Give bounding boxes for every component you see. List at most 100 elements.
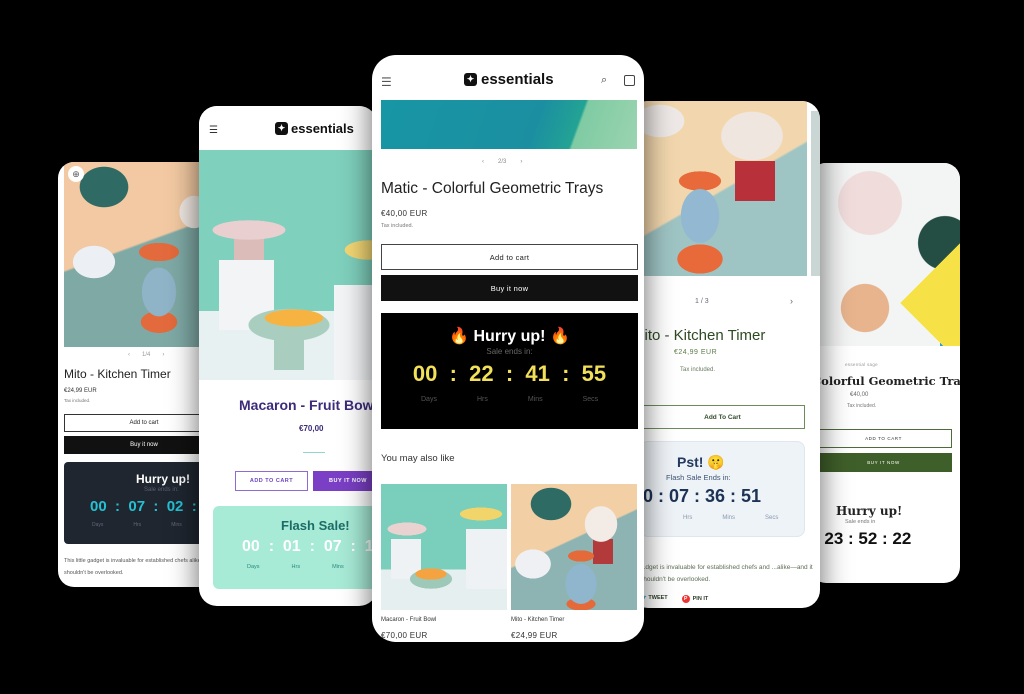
next-image-preview	[811, 111, 820, 276]
product-description: This little gadget is invaluable for est…	[64, 558, 218, 576]
timer-label-secs: Secs	[765, 515, 779, 521]
divider	[303, 452, 325, 453]
add-to-cart-button[interactable]: Add to cart	[381, 244, 638, 270]
timer-values: 00 : 22 : 41 : 55	[412, 361, 607, 386]
cart-icon[interactable]	[624, 75, 635, 86]
recommendations-heading: You may also like	[381, 453, 455, 464]
pager-label: 2/3	[498, 159, 507, 165]
tax-note: Tax included.	[64, 398, 91, 403]
tweet-link[interactable]: 🐦 TWEET	[640, 595, 668, 603]
logo-mark-icon: ✦	[464, 73, 477, 86]
product-card-geometric-trays-main: ☰ ✦ essentials ⌕ ‹ 2/3 › Matic - Colorfu…	[372, 55, 644, 642]
recommendation-name[interactable]: Mito - Kitchen Timer	[511, 617, 564, 623]
product-card-fruit-bowl: ☰ ✦ essentials Macaron - Fruit Bowl €70,…	[199, 106, 377, 606]
timer-label-days: Days	[247, 564, 260, 570]
timer-label-mins: Mins	[171, 522, 182, 528]
next-arrow-icon[interactable]: ›	[162, 352, 164, 358]
buy-now-button[interactable]: Buy it now	[381, 275, 638, 301]
product-card-geometric-trays-serif: essential sage Colorful Geometric Trays …	[810, 163, 960, 583]
menu-icon[interactable]: ☰	[381, 75, 392, 89]
share-links: 🐦 TWEET P PIN IT	[640, 595, 708, 603]
timer-subheading: Sale ends in:	[486, 347, 533, 356]
product-image	[64, 162, 218, 347]
timer-labels: Days Hrs Mins	[247, 564, 344, 570]
timer-values: 00 : 01 : 07 : 1	[242, 538, 374, 555]
next-arrow-icon[interactable]: ›	[520, 159, 522, 165]
timer-heading: Hurry up!	[136, 472, 190, 486]
timer-label-hrs: Hrs	[476, 396, 488, 403]
image-pager: ‹ 2/3 ›	[482, 159, 522, 165]
recommendation-price: €70,00 EUR	[381, 631, 428, 640]
prev-arrow-icon[interactable]: ‹	[128, 352, 130, 358]
recommendation-price: €24,99 EUR	[511, 631, 558, 640]
logo-mark-icon: ✦	[275, 122, 288, 135]
timer-subheading: Sale ends in	[845, 519, 876, 525]
product-image	[381, 100, 637, 149]
timer-label-mins: Mins	[332, 564, 344, 570]
countdown-timer: 🔥 Hurry up! 🔥 Sale ends in: 00 : 22 : 41…	[381, 313, 638, 429]
tax-note: Tax included.	[847, 403, 877, 409]
product-card-kitchen-timer-green: 1 / 3 › Mito - Kitchen Timer €24,99 EUR …	[630, 101, 820, 608]
product-title: Matic - Colorful Geometric Trays	[381, 180, 604, 197]
product-title: Macaron - Fruit Bowl	[239, 397, 377, 413]
recommendation-image-fruit-bowl[interactable]	[381, 484, 507, 610]
site-header: ☰ ✦ essentials	[199, 106, 377, 150]
add-to-cart-button[interactable]: ADD TO CART	[235, 471, 308, 491]
add-to-cart-button[interactable]: Add To Cart	[640, 405, 805, 429]
next-arrow-icon[interactable]: ›	[790, 296, 793, 306]
countdown-timer: Hurry up! Sale ends in: 00 : 07 : 02 : D…	[64, 462, 218, 544]
timer-label-days: Days	[92, 522, 104, 528]
product-card-kitchen-timer-dark: ⊕ ‹ 1/4 › Mito - Kitchen Timer €24,99 EU…	[58, 162, 218, 587]
brand-logo[interactable]: ✦ essentials	[464, 71, 554, 88]
search-icon[interactable]: ⌕	[601, 74, 607, 87]
timer-heading: Pst! 🤫	[677, 454, 725, 470]
timer-subheading: Sale ends in:	[144, 487, 179, 493]
product-price: €24,99 EUR	[64, 388, 97, 394]
timer-label-mins: Mins	[722, 515, 736, 521]
timer-labels: Days Hrs Mins Secs	[421, 396, 598, 403]
timer-labels: Hrs Mins Secs	[683, 515, 778, 521]
buy-now-button[interactable]: BUY IT NOW	[815, 453, 952, 472]
timer-label-secs: Secs	[582, 396, 599, 403]
timer-label-hrs: Hrs	[133, 522, 142, 528]
timer-heading: 🔥 Hurry up! 🔥	[449, 328, 570, 345]
product-image	[199, 150, 377, 380]
product-image	[640, 101, 807, 276]
pin-link[interactable]: P PIN IT	[681, 595, 709, 603]
brand-logo[interactable]: ✦ essentials	[275, 121, 354, 136]
product-price: €40,00 EUR	[381, 209, 428, 218]
timer-values: 0 : 07 : 36 : 51	[643, 486, 762, 506]
menu-icon[interactable]: ☰	[209, 125, 218, 136]
buy-now-button[interactable]: BUY IT NOW	[313, 471, 377, 491]
product-description: ...dget is invaluable for established ch…	[640, 564, 813, 583]
pinterest-icon: P	[681, 595, 690, 603]
tax-note: Tax included.	[680, 367, 716, 373]
pin-label: PIN IT	[692, 596, 709, 602]
timer-label-days: Days	[421, 396, 437, 403]
buy-now-button[interactable]: Buy it now	[64, 436, 218, 454]
product-price: €40,00	[850, 392, 869, 398]
add-to-cart-button[interactable]: ADD TO CART	[815, 429, 952, 448]
timer-labels: Days Hrs Mins	[92, 522, 182, 528]
product-price: €24,99 EUR	[674, 349, 718, 356]
product-title: Mito - Kitchen Timer	[64, 367, 171, 381]
countdown-timer: Flash Sale! 00 : 01 : 07 : 1 Days Hrs Mi…	[213, 506, 377, 589]
product-title: Colorful Geometric Trays	[812, 374, 960, 388]
product-image	[820, 163, 960, 346]
add-to-cart-button[interactable]: Add to cart	[64, 414, 218, 432]
recommendation-image-kitchen-timer[interactable]	[511, 484, 637, 610]
timer-values: : 23 : 52 : 22	[814, 529, 912, 548]
timer-subheading: Flash Sale Ends in:	[666, 473, 731, 482]
timer-heading: Hurry up!	[836, 504, 903, 518]
logo-text: essentials	[291, 121, 354, 136]
prev-arrow-icon[interactable]: ‹	[482, 159, 484, 165]
timer-label-mins: Mins	[527, 396, 543, 403]
pager-label: 1 / 3	[695, 298, 709, 305]
recommendation-name[interactable]: Macaron - Fruit Bowl	[381, 617, 436, 623]
zoom-icon[interactable]: ⊕	[68, 166, 84, 182]
timer-values: 00 : 07 : 02 :	[90, 498, 197, 515]
showcase-stage: ⊕ ‹ 1/4 › Mito - Kitchen Timer €24,99 EU…	[0, 0, 1024, 694]
countdown-timer: Pst! 🤫 Flash Sale Ends in: 0 : 07 : 36 :…	[640, 441, 805, 537]
tax-note: Tax included.	[381, 223, 414, 229]
product-title: Mito - Kitchen Timer	[632, 327, 766, 344]
